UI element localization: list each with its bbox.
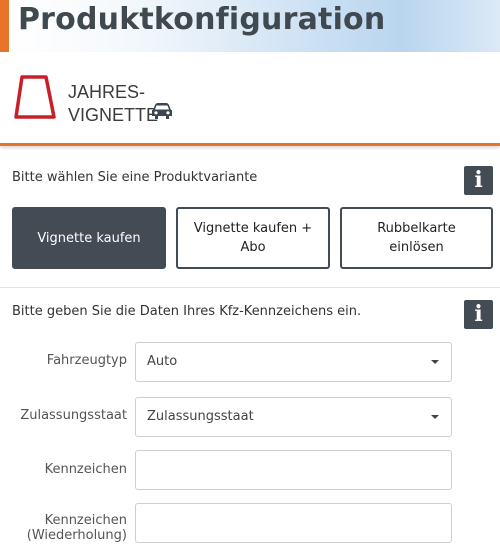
section-divider xyxy=(0,287,500,288)
variant-buy-button[interactable]: Vignette kaufen xyxy=(12,207,166,269)
plate-section-label: Bitte geben Sie die Daten Ihres Kfz-Kenn… xyxy=(12,304,362,319)
country-label: Zulassungsstaat xyxy=(20,408,127,423)
variant-section-label: Bitte wählen Sie eine Produktvariante xyxy=(12,170,258,185)
chevron-down-icon xyxy=(431,415,439,419)
plate-repeat-label-line2: (Wiederholung) xyxy=(26,528,127,543)
plate-repeat-label-line1: Kennzeichen xyxy=(44,513,127,528)
country-select[interactable]: Zulassungsstaat xyxy=(135,397,452,437)
plate-repeat-label: Kennzeichen (Wiederholung) xyxy=(0,513,127,543)
chevron-down-icon xyxy=(431,360,439,364)
plate-info-button[interactable]: i xyxy=(464,300,493,329)
page-header: Produktkonfiguration xyxy=(0,0,500,52)
plate-repeat-input[interactable] xyxy=(135,503,452,543)
product-name-line1: JAHRES- xyxy=(68,82,146,102)
vehicle-type-label: Fahrzeugtyp xyxy=(46,353,127,368)
page-title: Produktkonfiguration xyxy=(18,2,386,37)
product-name: JAHRES- VIGNETTE xyxy=(68,81,158,127)
car-icon xyxy=(152,103,172,119)
plate-input[interactable] xyxy=(135,450,452,490)
product-panel: JAHRES- VIGNETTE xyxy=(0,52,500,146)
variant-info-button[interactable]: i xyxy=(464,166,493,195)
variant-buy-abo-button[interactable]: Vignette kaufen + Abo xyxy=(176,207,330,269)
vehicle-type-select[interactable]: Auto xyxy=(135,342,452,382)
product-name-line2: VIGNETTE xyxy=(68,105,159,125)
variant-scratchcard-button[interactable]: Rubbelkarte einlösen xyxy=(340,207,493,269)
plate-label: Kennzeichen xyxy=(44,462,127,477)
vignette-icon xyxy=(14,75,56,119)
vehicle-type-value: Auto xyxy=(147,354,178,369)
country-value: Zulassungsstaat xyxy=(147,409,254,424)
